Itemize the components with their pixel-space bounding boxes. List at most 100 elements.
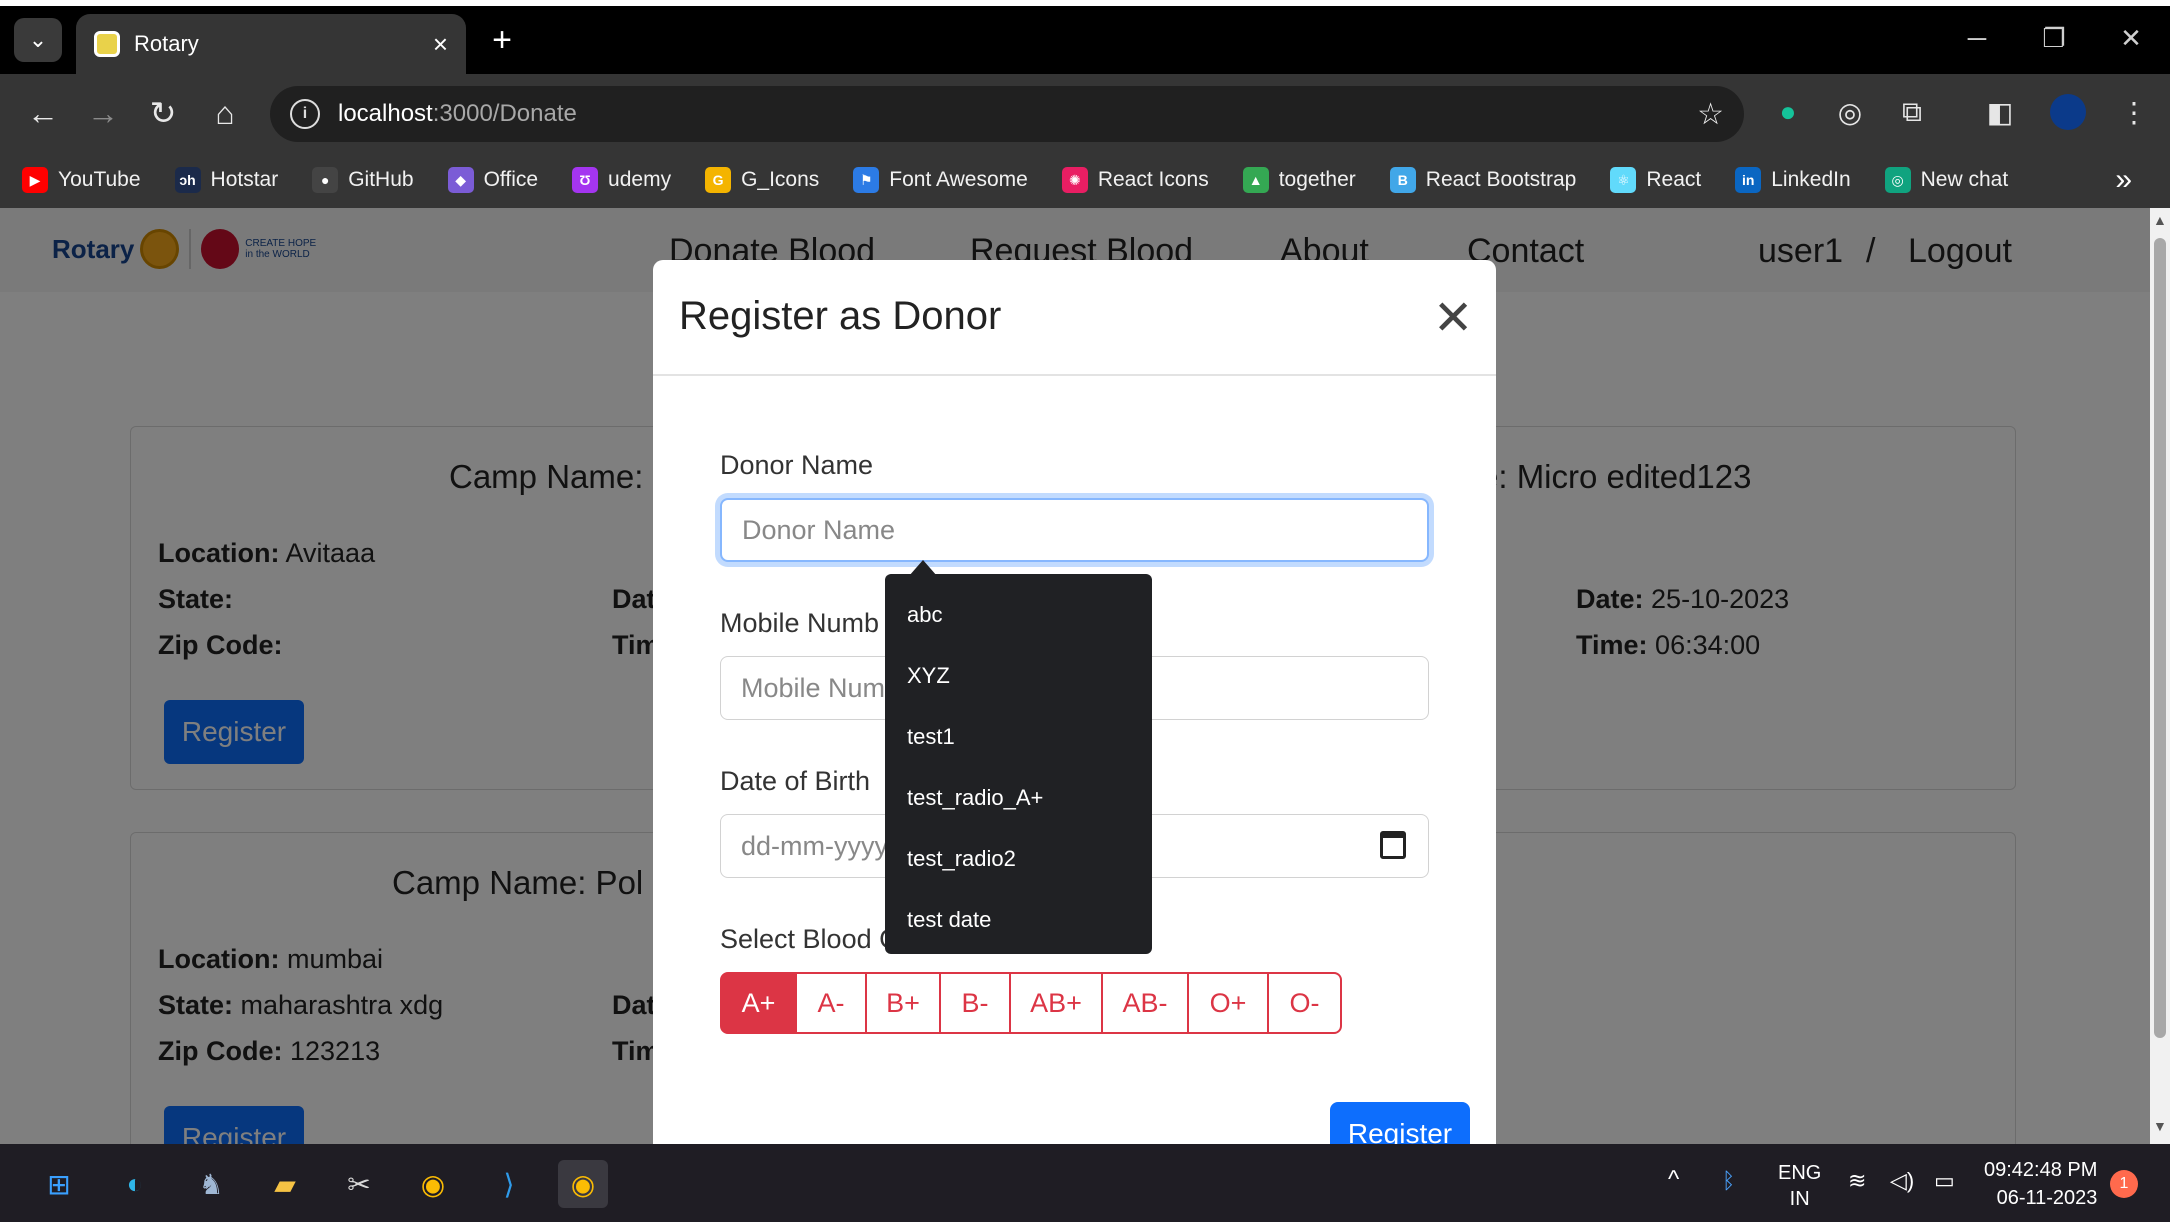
tab-title: Rotary [134,31,199,56]
bookmark-label: YouTube [58,168,141,191]
bookmark-office[interactable]: ◆ Office [447,167,538,193]
autocomplete-item[interactable]: test1 [885,706,1152,767]
file-explorer-icon[interactable]: ▰ [260,1160,310,1208]
bookmark-icon: G [705,167,732,193]
browser-menu-icon[interactable]: ⋮ [2114,92,2154,132]
battery-icon[interactable]: ▭ [1934,1168,1955,1194]
bookmark-react-icons[interactable]: ✺ React Icons [1061,167,1209,193]
forward-button[interactable]: → [78,88,128,138]
postgres-icon[interactable]: ♞ [186,1160,236,1208]
autocomplete-dropdown: abc XYZ test1 test_radio_A+ test_radio2 test … [885,574,1152,954]
home-icon: ⌂ [215,94,235,131]
bookmark-star-icon[interactable]: ☆ [1697,97,1724,132]
bookmark-icon: ✺ [1061,167,1088,193]
autocomplete-item[interactable]: XYZ [885,645,1152,706]
bookmarks-bar: ▶ YouTube ɔh Hotstar ● GitHub ◆ Office Ʊudemy G G_… [0,152,2170,208]
extensions-puzzle-icon[interactable]: ⧉ [1892,92,1932,132]
bookmark-icon: B [1389,167,1416,193]
plus-icon: + [492,20,512,59]
more-bookmarks-icon[interactable]: » [2115,152,2132,208]
bookmark-label: GitHub [348,168,414,191]
minimize-button[interactable]: ─ [1942,16,2012,60]
bookmark-github[interactable]: ● GitHub [312,167,414,193]
notification-badge[interactable]: 1 [2110,1170,2138,1198]
scroll-up-icon[interactable]: ▲ [2153,212,2167,228]
bookmark-react-bootstrap[interactable]: B React Bootstrap [1389,167,1576,193]
back-button[interactable]: ← [18,88,68,138]
arrow-left-icon: ← [27,94,59,131]
windows-start-icon[interactable]: ⊞ [34,1160,84,1208]
blood-group-label: Select Blood G [720,924,901,954]
profile-avatar[interactable] [2048,92,2088,132]
tab-search-button[interactable]: ⌄ [14,18,62,62]
reload-button[interactable]: ↻ [138,88,188,138]
minimize-icon: ─ [1967,22,1987,53]
vscode-icon[interactable]: ⟩ [484,1160,534,1208]
close-tab-icon[interactable]: × [433,29,448,60]
language-indicator[interactable]: ENG IN [1778,1160,1821,1212]
bookmark-react[interactable]: ⚛ React [1610,167,1701,193]
bluetooth-icon[interactable]: ᛒ [1722,1168,1735,1194]
blood-group-selector: A+ A- B+ B- AB+ AB- O+ O- [720,972,1342,1034]
browser-tab-active[interactable]: Rotary × [76,14,466,74]
bookmark-together[interactable]: ▲ together [1242,167,1356,193]
bookmark-label: Hotstar [210,168,279,191]
blood-group-option[interactable]: A- [796,972,866,1034]
bookmark-linkedin[interactable]: in LinkedIn [1735,167,1851,193]
close-icon[interactable]: ✕ [1433,290,1473,346]
grammarly-extension-icon[interactable]: ● [1768,92,1808,132]
blood-group-option[interactable]: AB+ [1010,972,1102,1034]
clock[interactable]: 09:42:48 PM 06-11-2023 [1984,1156,2097,1212]
side-panel-icon[interactable]: ◧ [1980,92,2020,132]
lang-bottom: IN [1789,1188,1810,1210]
clock-time: 09:42:48 PM [1984,1159,2098,1181]
url-host: localhost [338,100,433,127]
bookmark-icon: Ʊ [572,167,599,193]
bookmark-udemy[interactable]: Ʊudemy [572,167,671,193]
page-scrollbar[interactable]: ▲ ▼ [2150,208,2170,1144]
calendar-icon[interactable] [1380,831,1406,859]
donor-name-input[interactable]: Donor Name [720,498,1429,562]
autocomplete-item[interactable]: test_radio_A+ [885,767,1152,828]
blood-group-option[interactable]: B- [940,972,1010,1034]
bookmark-new-chat[interactable]: ◎ New chat [1884,167,2008,193]
new-tab-button[interactable]: + [480,20,524,60]
bookmark-youtube[interactable]: ▶ YouTube [22,167,141,193]
restore-button[interactable]: ❐ [2019,16,2089,60]
arrow-right-icon: → [87,94,119,131]
blood-group-option[interactable]: O+ [1188,972,1268,1034]
autocomplete-item[interactable]: abc [885,584,1152,645]
chrome-profile-icon[interactable]: ◉ [558,1160,608,1208]
autocomplete-item[interactable]: test date [885,889,1152,950]
home-button[interactable]: ⌂ [200,88,250,138]
autocomplete-item[interactable]: test_radio2 [885,828,1152,889]
bookmark-icon: ⚛ [1610,167,1637,193]
tray-chevron-up-icon[interactable]: ^ [1668,1166,1679,1194]
blood-group-option[interactable]: O- [1268,972,1342,1034]
scroll-thumb[interactable] [2154,238,2166,1038]
bookmark-label: G_Icons [741,168,820,191]
modal-title: Register as Donor [679,294,1002,338]
bookmark-icon: ⚑ [853,167,880,193]
bookmark-label: LinkedIn [1771,168,1851,191]
bookmark-font-awesome[interactable]: ⚑ Font Awesome [853,167,1028,193]
bookmark-g-icons[interactable]: G G_Icons [705,167,819,193]
blood-group-option[interactable]: B+ [866,972,940,1034]
snipping-tool-icon[interactable]: ✂ [334,1160,384,1208]
address-bar[interactable]: i localhost:3000/Donate ☆ [270,86,1744,142]
close-window-button[interactable]: ✕ [2096,16,2166,60]
scroll-down-icon[interactable]: ▼ [2153,1118,2167,1134]
extension-target-icon[interactable]: ◎ [1830,92,1870,132]
site-info-icon[interactable]: i [290,99,320,129]
wifi-icon[interactable]: ≋ [1848,1168,1866,1194]
chrome-icon[interactable]: ◉ [408,1160,458,1208]
bookmark-label: Font Awesome [889,168,1028,191]
edge-browser-icon[interactable]: ◐ [110,1160,160,1208]
bookmark-hotstar[interactable]: ɔh Hotstar [174,167,279,193]
blood-group-option[interactable]: A+ [720,972,796,1034]
clock-date: 06-11-2023 [1996,1187,2098,1209]
volume-icon[interactable]: ◁) [1890,1168,1914,1194]
bookmark-icon: in [1735,167,1762,193]
blood-group-option[interactable]: AB- [1102,972,1188,1034]
restore-icon: ❐ [2042,22,2066,53]
